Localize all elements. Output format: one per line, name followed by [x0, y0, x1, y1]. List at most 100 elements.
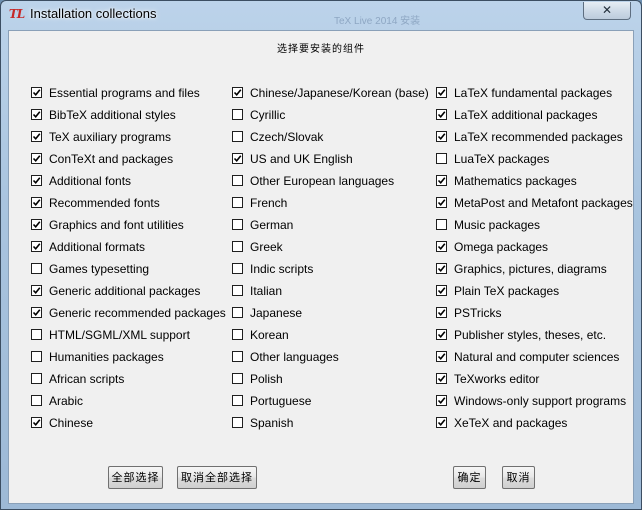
collection-item[interactable]: TeXworks editor	[436, 372, 626, 388]
collection-checkbox[interactable]	[436, 153, 447, 164]
collection-checkbox[interactable]	[232, 219, 243, 230]
collection-item[interactable]: Generic recommended packages	[31, 306, 226, 322]
collection-checkbox[interactable]	[436, 351, 447, 362]
collection-checkbox[interactable]	[232, 153, 243, 164]
collection-checkbox[interactable]	[31, 395, 42, 406]
collection-checkbox[interactable]	[31, 351, 42, 362]
collection-item[interactable]: XeTeX and packages	[436, 416, 626, 432]
collection-item[interactable]: Greek	[232, 240, 422, 256]
collection-checkbox[interactable]	[31, 219, 42, 230]
collection-checkbox[interactable]	[31, 285, 42, 296]
collection-item[interactable]: Essential programs and files	[31, 86, 221, 102]
collection-item[interactable]: Omega packages	[436, 240, 626, 256]
collection-item[interactable]: PSTricks	[436, 306, 626, 322]
collection-checkbox[interactable]	[31, 241, 42, 252]
collection-item[interactable]: Spanish	[232, 416, 422, 432]
collection-checkbox[interactable]	[436, 285, 447, 296]
deselect-all-button[interactable]: 取消全部选择	[177, 466, 257, 489]
collection-item[interactable]: Other languages	[232, 350, 422, 366]
collection-checkbox[interactable]	[436, 263, 447, 274]
collection-checkbox[interactable]	[232, 373, 243, 384]
collection-checkbox[interactable]	[436, 373, 447, 384]
collection-item[interactable]: Mathematics packages	[436, 174, 626, 190]
collection-item[interactable]: Generic additional packages	[31, 284, 221, 300]
collection-checkbox[interactable]	[436, 417, 447, 428]
collection-item[interactable]: HTML/SGML/XML support	[31, 328, 221, 344]
collection-checkbox[interactable]	[436, 87, 447, 98]
ok-button[interactable]: 确定	[453, 466, 486, 489]
collection-item[interactable]: Natural and computer sciences	[436, 350, 626, 366]
collection-item[interactable]: MetaPost and Metafont packages	[436, 196, 633, 212]
collection-item[interactable]: TeX auxiliary programs	[31, 130, 221, 146]
collection-item[interactable]: Czech/Slovak	[232, 130, 422, 146]
collection-checkbox[interactable]	[31, 307, 42, 318]
collection-item[interactable]: LaTeX recommended packages	[436, 130, 626, 146]
collection-item[interactable]: Games typesetting	[31, 262, 221, 278]
collection-checkbox[interactable]	[232, 131, 243, 142]
collection-item[interactable]: French	[232, 196, 422, 212]
collection-item[interactable]: LaTeX additional packages	[436, 108, 626, 124]
collection-item[interactable]: German	[232, 218, 422, 234]
collection-checkbox[interactable]	[436, 241, 447, 252]
collection-checkbox[interactable]	[232, 307, 243, 318]
collection-item[interactable]: Portuguese	[232, 394, 422, 410]
collection-checkbox[interactable]	[232, 351, 243, 362]
collection-checkbox[interactable]	[436, 109, 447, 120]
collection-checkbox[interactable]	[232, 109, 243, 120]
collection-item[interactable]: Windows-only support programs	[436, 394, 626, 410]
collection-checkbox[interactable]	[436, 329, 447, 340]
collection-item[interactable]: Additional fonts	[31, 174, 221, 190]
collection-checkbox[interactable]	[436, 131, 447, 142]
collection-item[interactable]: African scripts	[31, 372, 221, 388]
collection-checkbox[interactable]	[31, 109, 42, 120]
select-all-button[interactable]: 全部选择	[108, 466, 163, 489]
collection-item[interactable]: Indic scripts	[232, 262, 422, 278]
collection-checkbox[interactable]	[31, 329, 42, 340]
collection-checkbox[interactable]	[436, 219, 447, 230]
collection-checkbox[interactable]	[232, 241, 243, 252]
collection-item[interactable]: Chinese	[31, 416, 221, 432]
collection-checkbox[interactable]	[232, 329, 243, 340]
collection-checkbox[interactable]	[31, 153, 42, 164]
collection-checkbox[interactable]	[31, 131, 42, 142]
collection-checkbox[interactable]	[232, 87, 243, 98]
collection-item[interactable]: LaTeX fundamental packages	[436, 86, 626, 102]
collection-checkbox[interactable]	[31, 87, 42, 98]
collection-checkbox[interactable]	[31, 197, 42, 208]
collection-checkbox[interactable]	[31, 373, 42, 384]
collection-checkbox[interactable]	[232, 395, 243, 406]
collection-checkbox[interactable]	[232, 175, 243, 186]
collection-item[interactable]: Graphics, pictures, diagrams	[436, 262, 626, 278]
close-button[interactable]: ✕	[583, 2, 631, 20]
collection-item[interactable]: Korean	[232, 328, 422, 344]
collection-checkbox[interactable]	[436, 395, 447, 406]
collection-checkbox[interactable]	[436, 307, 447, 318]
collection-item[interactable]: Humanities packages	[31, 350, 221, 366]
collection-checkbox[interactable]	[232, 285, 243, 296]
collection-checkbox[interactable]	[31, 417, 42, 428]
collection-item[interactable]: Graphics and font utilities	[31, 218, 221, 234]
collection-item[interactable]: Publisher styles, theses, etc.	[436, 328, 626, 344]
collection-item[interactable]: BibTeX additional styles	[31, 108, 221, 124]
collection-checkbox[interactable]	[232, 263, 243, 274]
collection-item[interactable]: Additional formats	[31, 240, 221, 256]
collection-item[interactable]: Music packages	[436, 218, 626, 234]
collection-item[interactable]: Recommended fonts	[31, 196, 221, 212]
collection-item[interactable]: Polish	[232, 372, 422, 388]
collection-item[interactable]: LuaTeX packages	[436, 152, 626, 168]
collection-checkbox[interactable]	[436, 197, 447, 208]
collection-item[interactable]: Other European languages	[232, 174, 422, 190]
collection-item[interactable]: Chinese/Japanese/Korean (base)	[232, 86, 429, 102]
collection-item[interactable]: Italian	[232, 284, 422, 300]
collection-item[interactable]: Arabic	[31, 394, 221, 410]
collection-checkbox[interactable]	[232, 197, 243, 208]
collection-checkbox[interactable]	[31, 175, 42, 186]
collection-checkbox[interactable]	[436, 175, 447, 186]
title-bar[interactable]: TL Installation collections TeX Live 201…	[1, 1, 641, 29]
cancel-button[interactable]: 取消	[502, 466, 535, 489]
collection-checkbox[interactable]	[31, 263, 42, 274]
collection-item[interactable]: Plain TeX packages	[436, 284, 626, 300]
collection-item[interactable]: ConTeXt and packages	[31, 152, 221, 168]
collection-checkbox[interactable]	[232, 417, 243, 428]
collection-item[interactable]: US and UK English	[232, 152, 422, 168]
